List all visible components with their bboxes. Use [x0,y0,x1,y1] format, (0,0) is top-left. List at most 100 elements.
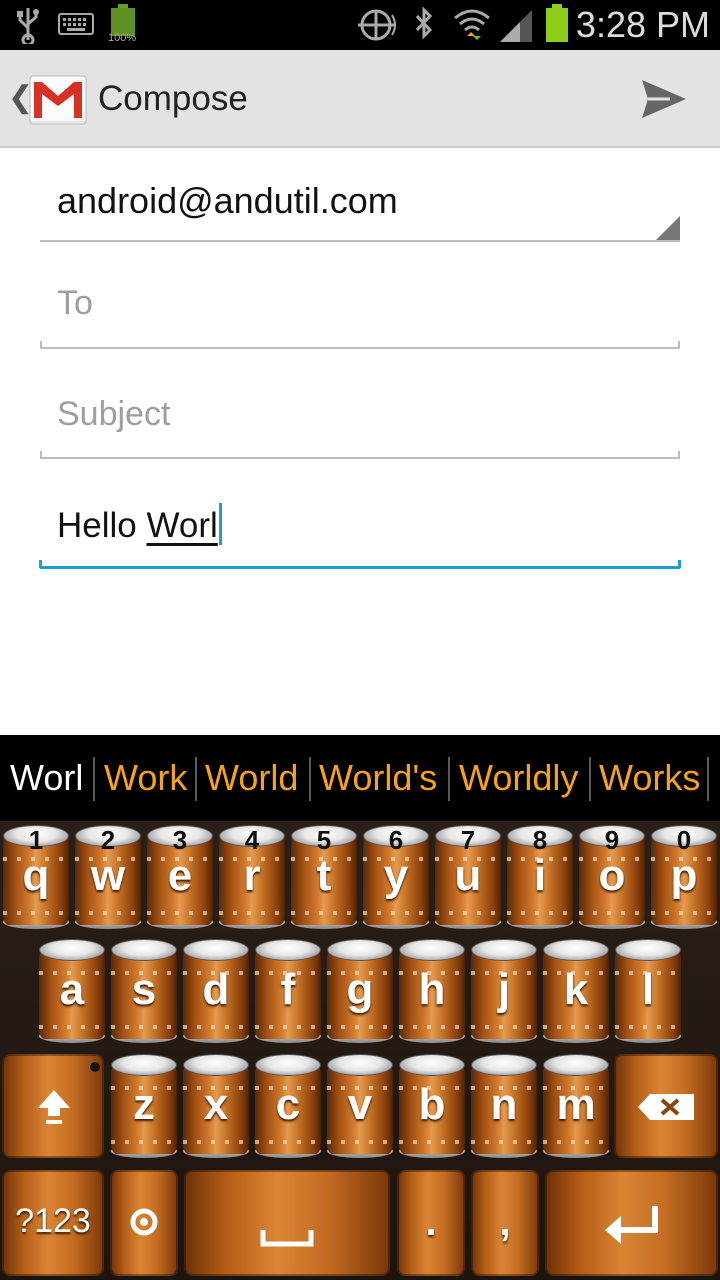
backspace-icon [638,1094,694,1120]
suggestion-divider [589,757,591,801]
suggestion-item[interactable]: Worldly [459,757,578,799]
key-q[interactable]: 1q [3,825,69,929]
key-i[interactable]: 8i [507,825,573,929]
key-j[interactable]: j [471,939,537,1043]
key-w[interactable]: 2w [75,825,141,929]
suggestion-divider [195,757,197,801]
key-label: z [133,1080,155,1129]
symbols-key[interactable]: ?123 [2,1170,104,1276]
key-u[interactable]: 7u [435,825,501,929]
key-label: b [418,1080,446,1129]
key-r[interactable]: 4r [219,825,285,929]
status-bar: 100% 3:28 PM [0,0,720,50]
key-label: a [59,965,85,1014]
clock: 3:28 PM [575,4,710,45]
space-key[interactable] [184,1170,390,1276]
key-v[interactable]: v [327,1054,393,1158]
key-z[interactable]: z [111,1054,177,1158]
enter-icon [605,1206,658,1244]
key-b[interactable]: b [399,1054,465,1158]
key-k[interactable]: k [543,939,609,1043]
wifi-icon [454,9,490,40]
key-a[interactable]: a [39,939,105,1043]
key-label: e [167,851,193,900]
composing-word: Worl [146,506,218,545]
period-key-label: . [425,1200,437,1244]
to-underline-tick-right [678,341,680,349]
key-label: r [243,851,261,900]
backspace-key[interactable] [614,1054,718,1158]
key-p[interactable]: 0p [651,825,717,929]
drum-head [255,939,321,961]
key-f[interactable]: f [255,939,321,1043]
comma-key[interactable]: , [471,1170,539,1276]
key-label: n [490,1080,518,1129]
shift-key[interactable] [2,1054,104,1158]
symbols-key-label: ?123 [15,1202,91,1240]
action-bar: ❮ Compose [0,50,720,148]
key-s[interactable]: s [111,939,177,1043]
key-label: x [203,1080,229,1129]
enter-key[interactable] [545,1170,718,1276]
key-d[interactable]: d [183,939,249,1043]
drum-head [399,939,465,961]
drum-head [471,939,537,961]
key-label: q [22,851,50,900]
dropdown-triangle-icon[interactable] [656,216,680,240]
drum-head [111,939,177,961]
body-underline-tick-left [39,560,42,568]
body-text: Hello Worl [57,503,222,546]
drum-head [111,1054,177,1076]
subject-placeholder: Subject [57,395,171,433]
suggestion-item[interactable]: Worl [10,757,83,799]
usb-icon [17,8,39,44]
drum-head [327,1054,393,1076]
key-label: j [497,965,511,1014]
caps-indicator [90,1062,100,1072]
sync-icon [358,9,396,41]
suggestion-item[interactable]: World [205,757,298,799]
text-cursor [218,503,222,545]
drum-head [615,939,681,961]
suggestion-divider [707,757,709,801]
key-y[interactable]: 6y [363,825,429,929]
period-key[interactable]: . [397,1170,465,1276]
suggestion-item[interactable]: Work [104,757,187,799]
drum-head [327,939,393,961]
key-n[interactable]: n [471,1054,537,1158]
from-account: android@andutil.com [57,180,398,221]
key-x[interactable]: x [183,1054,249,1158]
key-label: p [670,851,698,900]
space-icon [260,1230,314,1247]
key-label: y [383,851,409,900]
key-h[interactable]: h [399,939,465,1043]
key-c[interactable]: c [255,1054,321,1158]
page-title: Compose [98,79,248,118]
suggestion-item[interactable]: World's [319,757,437,799]
subject-underline-tick-left [40,451,42,459]
settings-icon [130,1208,158,1236]
battery-small-label: 100% [108,32,137,44]
key-o[interactable]: 9o [579,825,645,929]
key-t[interactable]: 5t [291,825,357,929]
to-placeholder: To [57,284,93,322]
key-label: w [90,851,126,900]
key-label: o [598,851,626,900]
key-m[interactable]: m [543,1054,609,1158]
key-e[interactable]: 3e [147,825,213,929]
key-g[interactable]: g [327,939,393,1043]
key-label: i [533,851,547,900]
key-label: d [202,965,230,1014]
from-underline [40,240,680,242]
drum-head [39,939,105,961]
suggestion-item[interactable]: Works [599,757,700,799]
drum-head [183,1054,249,1076]
key-l[interactable]: l [615,939,681,1043]
gmail-logo-icon[interactable] [28,70,88,128]
send-icon[interactable] [640,78,688,120]
settings-key[interactable] [110,1170,178,1276]
key-label: v [347,1080,373,1129]
key-label: m [556,1080,596,1129]
body-underline [40,566,680,569]
key-label: t [316,851,332,900]
